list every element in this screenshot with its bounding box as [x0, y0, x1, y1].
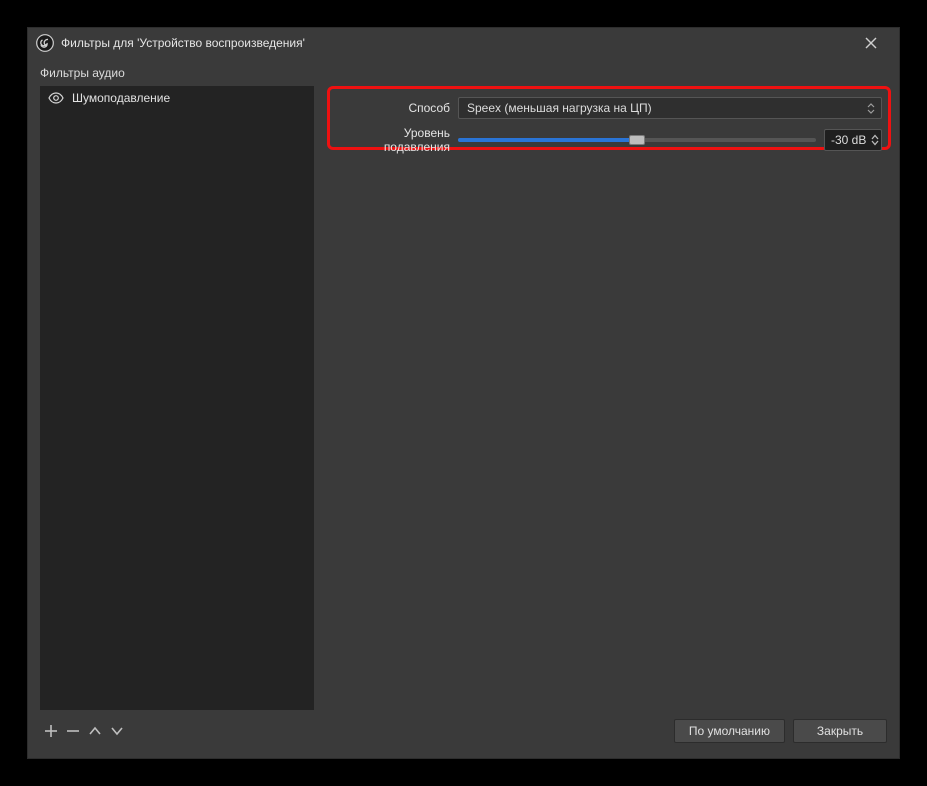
- window-title: Фильтры для 'Устройство воспроизведения': [61, 36, 851, 50]
- method-row: Способ Speex (меньшая нагрузка на ЦП): [336, 97, 882, 119]
- chevron-down-icon[interactable]: [871, 140, 879, 146]
- plus-icon: [43, 723, 59, 739]
- add-filter-button[interactable]: [40, 720, 62, 742]
- annotation-highlight-box: Способ Speex (меньшая нагрузка на ЦП) Ур…: [327, 86, 891, 150]
- chevron-down-icon: [109, 723, 125, 739]
- filters-dialog: Фильтры для 'Устройство воспроизведения'…: [27, 27, 900, 759]
- titlebar: Фильтры для 'Устройство воспроизведения': [28, 28, 899, 58]
- close-icon: [865, 37, 877, 49]
- filter-actions: [40, 720, 128, 742]
- filter-properties-panel: Способ Speex (меньшая нагрузка на ЦП) Ур…: [331, 86, 887, 710]
- defaults-button[interactable]: По умолчанию: [674, 719, 785, 743]
- window-close-button[interactable]: [851, 28, 891, 58]
- suppression-spinbox[interactable]: -30 dB: [824, 129, 882, 151]
- slider-track: [458, 138, 816, 142]
- suppression-label: Уровень подавления: [336, 126, 450, 154]
- move-filter-down-button[interactable]: [106, 720, 128, 742]
- obs-app-icon: [36, 34, 54, 52]
- method-value: Speex (меньшая нагрузка на ЦП): [467, 101, 652, 115]
- audio-filters-label: Фильтры аудио: [40, 62, 887, 82]
- method-label: Способ: [336, 101, 450, 115]
- close-button[interactable]: Закрыть: [793, 719, 887, 743]
- suppression-value: -30 dB: [831, 133, 866, 147]
- filter-name-label: Шумоподавление: [72, 91, 170, 105]
- method-combobox[interactable]: Speex (меньшая нагрузка на ЦП): [458, 97, 882, 119]
- filter-list[interactable]: Шумоподавление: [40, 86, 314, 710]
- suppression-row: Уровень подавления -30 dB: [336, 129, 882, 151]
- suppression-slider[interactable]: [458, 129, 816, 151]
- spin-arrows-icon: [871, 134, 879, 146]
- remove-filter-button[interactable]: [62, 720, 84, 742]
- move-filter-up-button[interactable]: [84, 720, 106, 742]
- minus-icon: [65, 723, 81, 739]
- chevron-up-icon: [87, 723, 103, 739]
- combobox-chevrons-icon: [867, 103, 875, 114]
- content-columns: Шумоподавление Способ Speex (меньшая наг…: [40, 86, 887, 710]
- slider-fill: [458, 138, 637, 142]
- filter-list-item-noise-suppression[interactable]: Шумоподавление: [40, 86, 314, 110]
- slider-thumb[interactable]: [629, 135, 645, 145]
- bottom-bar: По умолчанию Закрыть: [40, 714, 887, 748]
- dialog-body: Фильтры аудио Шумоподавление: [28, 58, 899, 758]
- visibility-eye-icon[interactable]: [48, 90, 64, 106]
